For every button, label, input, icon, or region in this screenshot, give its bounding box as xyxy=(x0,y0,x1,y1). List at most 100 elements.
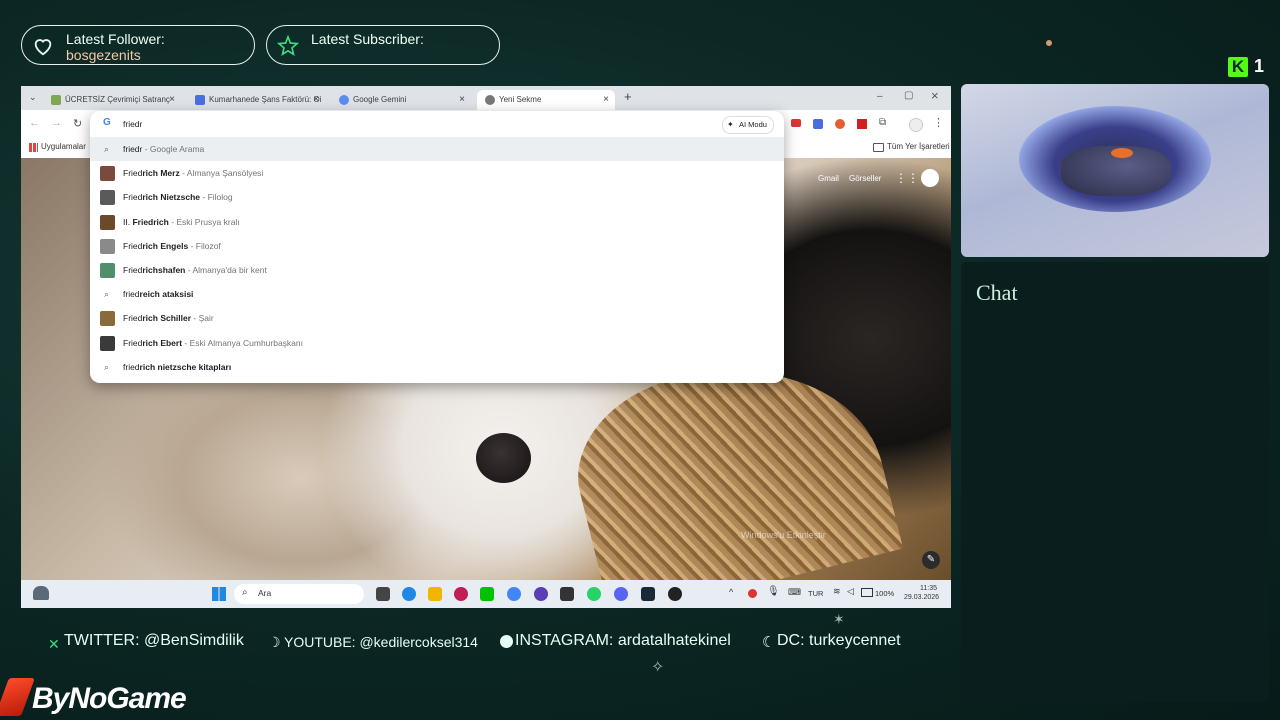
extension-icon[interactable] xyxy=(835,119,845,129)
suggestion-text: Friedrich Nietzsche - Filolog xyxy=(123,185,233,209)
omnibox-suggestion[interactable]: ⌕ friedreich ataksisi xyxy=(90,282,784,306)
opera-icon[interactable] xyxy=(454,587,468,601)
task-view-icon[interactable] xyxy=(376,587,390,601)
webcam-cat-spot xyxy=(1111,148,1133,158)
apps-grid-icon[interactable]: ⋮⋮ xyxy=(895,171,919,185)
minimize-button[interactable]: – xyxy=(877,91,883,102)
suggestion-typed: fried xyxy=(123,361,140,372)
suggestion-completion: rich Engels xyxy=(142,240,189,251)
new-tab-button[interactable]: + xyxy=(624,89,632,104)
suggestion-text: Friedrich Merz - Almanya Şansölyesi xyxy=(123,161,263,185)
star-icon xyxy=(277,35,299,56)
clock-time[interactable]: 11:35 xyxy=(920,585,937,592)
windows-activation-watermark: Windows'u Etkinleştir xyxy=(741,530,826,540)
suggestion-text: friedrich nietzsche kitapları xyxy=(123,355,231,379)
battery-icon[interactable] xyxy=(861,588,873,597)
tab-new-tab-active[interactable]: Yeni Sekme × xyxy=(477,90,615,110)
tray-icon[interactable] xyxy=(748,589,757,598)
suggestion-description: - Google Arama xyxy=(142,144,205,154)
suggestion-description: - Şair xyxy=(191,313,214,324)
ai-mode-label: AI Modu xyxy=(739,120,767,129)
taskbar-search-box[interactable]: ⌕ Ara xyxy=(234,584,364,604)
tab-close-icon[interactable]: × xyxy=(313,90,319,110)
tab-chess[interactable]: ÜCRETSİZ Çevrimiçi Satranç × xyxy=(43,90,181,110)
suggestion-completion: rich Merz xyxy=(142,168,180,179)
follower-name: bosgezenits xyxy=(66,47,141,63)
extension-icon[interactable] xyxy=(813,119,823,129)
ai-mode-button[interactable]: ✦ AI Modu xyxy=(722,116,774,134)
language-indicator[interactable]: TUR xyxy=(808,589,823,598)
tab-search-icon[interactable]: ⌄ xyxy=(29,92,37,103)
battery-percent: 100% xyxy=(875,589,895,598)
clock-date[interactable]: 29.03.2026 xyxy=(904,594,939,601)
bookmark-apps[interactable]: Uygulamalar xyxy=(41,142,86,151)
profile-avatar[interactable] xyxy=(909,118,923,132)
weather-widget-icon[interactable] xyxy=(33,586,49,600)
maximize-button[interactable]: ▢ xyxy=(904,90,913,101)
omnibox-suggestion[interactable]: ⌕ friedrich nietzsche kitapları xyxy=(90,355,784,379)
omnibox-suggestion[interactable]: Friedrich Ebert - Eski Almanya Cumhurbaş… xyxy=(90,331,784,355)
omnibox-suggestion[interactable]: ⌕ friedr - Google Arama xyxy=(90,137,784,161)
all-bookmarks[interactable]: Tüm Yer İşaretleri xyxy=(887,142,950,151)
social-twitter: TWITTER: @BenSimdilik xyxy=(64,632,244,649)
social-youtube: YOUTUBE: @kedilercoksel314 xyxy=(284,634,478,650)
suggestion-description: - Eski Prusya kralı xyxy=(168,216,240,227)
images-link[interactable]: Görseller xyxy=(849,174,881,183)
chrome-icon[interactable] xyxy=(507,587,521,601)
google-account-avatar[interactable] xyxy=(921,169,939,187)
omnibox-suggestion[interactable]: II. Friedrich - Eski Prusya kralı xyxy=(90,210,784,234)
suggestion-thumbnail xyxy=(100,263,115,278)
extensions-puzzle-icon[interactable]: ⧉ xyxy=(879,117,886,128)
chrome-icon xyxy=(485,95,495,105)
chrome-profile-icon[interactable] xyxy=(668,587,682,601)
gmail-link[interactable]: Gmail xyxy=(818,174,839,183)
tab-gemini[interactable]: Google Gemini × xyxy=(331,90,471,110)
omnibox-dropdown: G friedr ✦ AI Modu ⌕ friedr - Google Arama… xyxy=(90,111,784,383)
chevron-up-icon[interactable]: ^ xyxy=(729,587,733,597)
close-window-button[interactable]: × xyxy=(931,88,939,103)
suggestion-thumbnail xyxy=(100,166,115,182)
omnibox-suggestion[interactable]: Friedrich Nietzsche - Filolog xyxy=(90,185,784,209)
keyboard-icon[interactable]: ⌨ xyxy=(788,587,801,598)
edge-icon[interactable] xyxy=(402,587,416,601)
suggestion-completion: Friedrich xyxy=(132,216,169,227)
file-explorer-icon[interactable] xyxy=(428,587,442,601)
suggestion-typed: Fried xyxy=(123,168,143,179)
wifi-icon[interactable]: ≋ xyxy=(833,586,841,597)
reload-icon[interactable]: ↻ xyxy=(73,117,82,130)
windows-start-icon[interactable] xyxy=(212,587,226,601)
microphone-icon[interactable]: 🎙 xyxy=(767,586,780,597)
suggestion-completion: reich ataksisi xyxy=(139,289,194,300)
sponsor-logo-text: ByNoGame xyxy=(32,682,187,715)
tab-title: Google Gemini xyxy=(353,95,407,104)
omnibox-input-row[interactable]: G friedr ✦ AI Modu xyxy=(90,111,784,137)
back-icon[interactable]: ← xyxy=(29,117,40,129)
suggestion-typed: friedr xyxy=(123,144,143,154)
discord-icon[interactable] xyxy=(614,587,628,601)
omnibox-suggestion[interactable]: Friedrich Engels - Filozof xyxy=(90,234,784,258)
tab-casino-doc[interactable]: Kumarhanede Şans Faktörü: Oi × xyxy=(187,90,325,110)
suggestion-typed: Fried xyxy=(123,265,143,275)
line-icon[interactable] xyxy=(480,587,494,601)
omnibox-suggestion[interactable]: Friedrichshafen - Almanya'da bir kent xyxy=(90,258,784,282)
steam-icon[interactable] xyxy=(641,587,655,601)
menu-kebab-icon[interactable]: ⋮ xyxy=(933,116,944,129)
extension-icon[interactable] xyxy=(857,119,867,129)
volume-icon[interactable]: ◁ xyxy=(847,586,854,597)
customize-pencil-icon[interactable]: ✎ xyxy=(922,551,940,569)
heart-icon xyxy=(34,39,52,56)
tab-close-icon[interactable]: × xyxy=(459,90,465,110)
pen-tool-icon[interactable] xyxy=(560,587,574,601)
extension-icon[interactable] xyxy=(791,119,801,127)
suggestion-completion: rich Schiller xyxy=(142,313,192,324)
whatsapp-icon[interactable] xyxy=(587,587,601,601)
tab-close-icon[interactable]: × xyxy=(603,90,609,110)
forward-icon[interactable]: → xyxy=(51,117,62,129)
omnibox-suggestion[interactable]: Friedrich Merz - Almanya Şansölyesi xyxy=(90,161,784,185)
tab-close-icon[interactable]: × xyxy=(169,90,175,110)
omnibox-input[interactable]: friedr xyxy=(123,119,142,129)
kick-logo-icon: K xyxy=(1228,57,1248,77)
omnibox-suggestion[interactable]: Friedrich Schiller - Şair xyxy=(90,306,784,330)
obs-icon[interactable] xyxy=(534,587,548,601)
bynogame-logo-icon xyxy=(0,678,35,716)
